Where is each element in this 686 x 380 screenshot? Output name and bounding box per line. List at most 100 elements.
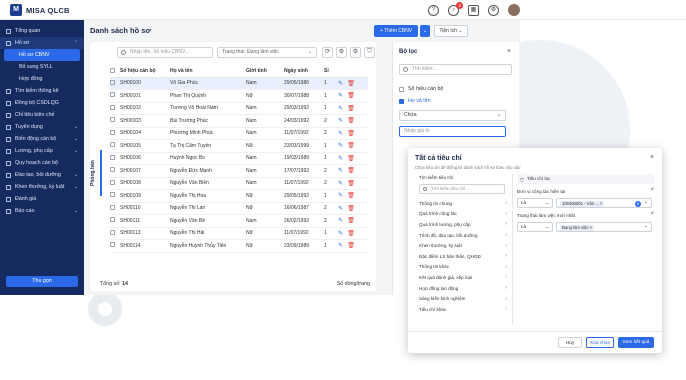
- edit-icon[interactable]: ✎: [338, 181, 343, 187]
- row-checkbox[interactable]: [110, 242, 115, 248]
- avatar[interactable]: [508, 4, 520, 16]
- app-logo[interactable]: M MISA QLCB: [10, 4, 70, 16]
- table-row[interactable]: SH00105 Tạ Thị Cẩm Tuyền Nữ 23/03/1999 1 ✎ 🗑: [110, 139, 368, 153]
- edit-icon[interactable]: ✎: [338, 93, 343, 99]
- bell-icon[interactable]: ♪ 2: [448, 1, 463, 16]
- add-dropdown-button[interactable]: ⌄: [420, 25, 430, 37]
- sidebar-item[interactable]: Tìm kiếm thông kê: [0, 85, 84, 97]
- table-row[interactable]: SH00108 Nguyễn Văn Biên Nam 11/07/1992 2 ✎ 🗑: [110, 177, 368, 190]
- help-icon[interactable]: ?: [428, 4, 439, 16]
- condition-value-select[interactable]: 100400001 - Văn ... × 6 ⌄: [556, 198, 652, 208]
- row-checkbox[interactable]: [110, 117, 115, 123]
- edit-icon[interactable]: ✎: [338, 81, 343, 87]
- edit-icon[interactable]: ✎: [338, 106, 343, 112]
- delete-icon[interactable]: 🗑: [347, 143, 355, 149]
- row-checkbox[interactable]: [110, 192, 115, 198]
- sidebar-item[interactable]: Biến động cán bộ ⌄: [0, 133, 84, 145]
- filter-search-input[interactable]: Tìm kiếm: [399, 64, 512, 75]
- row-checkbox[interactable]: [110, 142, 115, 148]
- delete-icon[interactable]: 🗑: [347, 156, 355, 162]
- col-code[interactable]: Số hiệu cán bộ: [120, 66, 170, 78]
- col-gender[interactable]: Giới tính: [246, 66, 284, 78]
- sidebar-item[interactable]: Báo cáo ⌄: [0, 205, 84, 217]
- status-select[interactable]: Trạng thái: Đang làm việc ⌄: [217, 47, 317, 58]
- delete-icon[interactable]: 🗑: [347, 231, 355, 237]
- edit-icon[interactable]: ✎: [338, 193, 343, 199]
- table-row[interactable]: SH00101 Phan Thị Quỳnh Nữ 30/07/1988 1 ✎ 🗑: [110, 89, 368, 103]
- header-checkbox-cell[interactable]: [110, 66, 120, 78]
- filter-option-code[interactable]: Số hiệu cán bộ: [399, 86, 443, 92]
- refresh-icon[interactable]: ⟳: [322, 47, 333, 58]
- filter-value-input[interactable]: Nhập giá trị: [399, 126, 506, 137]
- delete-icon[interactable]: 🗑: [347, 106, 355, 112]
- sidebar-item[interactable]: Bổ sung SYLL: [0, 61, 84, 73]
- criteria-category-item[interactable]: Thông tin khác ›: [419, 262, 509, 273]
- table-row[interactable]: SH00111 Nguyễn Văn Bê Nam 26/02/1992 2 ✎ 🗑: [110, 214, 368, 228]
- department-tab[interactable]: Phòng ban: [90, 150, 102, 196]
- search-input[interactable]: Nhập tên, Số hiệu CBNV...: [117, 47, 213, 58]
- delete-icon[interactable]: 🗑: [347, 131, 355, 137]
- row-checkbox[interactable]: [110, 204, 115, 210]
- sidebar-item[interactable]: Hồ sơ CBNV: [4, 49, 80, 61]
- col-dob[interactable]: Ngày sinh: [284, 66, 324, 78]
- table-row[interactable]: SH00113 Nguyễn Thị Hải Nữ 11/07/1992 1 ✎ 🗑: [110, 227, 368, 240]
- settings-icon[interactable]: ⚙: [350, 47, 361, 58]
- sidebar-item[interactable]: Tuyển dụng ⌄: [0, 121, 84, 133]
- row-checkbox[interactable]: [110, 167, 115, 173]
- sidebar-item[interactable]: Đồng bộ CSDLQG: [0, 97, 84, 109]
- value-chip[interactable]: Đang làm việc ×: [560, 224, 595, 231]
- criteria-category-item[interactable]: Đặc điểm LS bản thân, QHGĐ ›: [419, 251, 509, 262]
- condition-value-select[interactable]: Đang làm việc × ⌄: [556, 222, 652, 232]
- edit-icon[interactable]: ✎: [338, 231, 343, 237]
- edit-icon[interactable]: ✎: [338, 243, 343, 249]
- condition-select[interactable]: Chứa ⌄: [399, 110, 506, 121]
- edit-icon[interactable]: ✎: [338, 206, 343, 212]
- grid-icon[interactable]: ▦: [468, 4, 479, 16]
- delete-icon[interactable]: 🗑: [347, 93, 355, 99]
- edit-icon[interactable]: ✎: [338, 156, 343, 162]
- page-size-label[interactable]: Số dòng/trang: [337, 281, 370, 287]
- remove-condition-icon[interactable]: ×: [650, 187, 654, 193]
- table-row[interactable]: SH00104 Phương Minh Phúc Nam 11/07/1992 2 ✎ 🗑: [110, 127, 368, 140]
- close-icon[interactable]: ×: [507, 48, 511, 55]
- utilities-button[interactable]: Tiện ích ⌄: [434, 25, 468, 37]
- criteria-category-item[interactable]: Thông tin chung ›: [419, 198, 509, 209]
- table-row[interactable]: SH00100 Võ Gia Phúc Nam 29/05/1986 1 ✎ 🗑: [110, 77, 368, 90]
- row-checkbox[interactable]: [110, 129, 115, 135]
- criteria-category-item[interactable]: Khen thưởng, kỷ luật ›: [419, 240, 509, 251]
- edit-icon[interactable]: ✎: [338, 131, 343, 137]
- table-row[interactable]: SH00109 Nguyễn Thị Hoa Nữ 29/05/1992 1 ✎ 🗑: [110, 189, 368, 203]
- column-settings-icon[interactable]: ⚙: [336, 47, 347, 58]
- table-row[interactable]: SH00107 Nguyễn Đức Mạnh Nam 17/07/1992 2 ✎ 🗑: [110, 164, 368, 178]
- sidebar-item[interactable]: Quy hoạch cán bộ: [0, 157, 84, 169]
- criteria-category-item[interactable]: Hợp đồng lao động ›: [419, 283, 509, 294]
- clear-selection-button[interactable]: Xóa chọn: [586, 337, 614, 348]
- row-checkbox[interactable]: [110, 79, 115, 85]
- row-checkbox[interactable]: [110, 217, 115, 223]
- delete-icon[interactable]: 🗑: [347, 81, 355, 87]
- criteria-category-item[interactable]: Quá trình lương, phụ cấp ›: [419, 219, 509, 230]
- condition-operator-select[interactable]: Là ⌄: [517, 222, 553, 232]
- sidebar-item[interactable]: Khen thưởng, kỷ luật ⌄: [0, 181, 84, 193]
- cancel-button[interactable]: Hủy: [558, 337, 582, 348]
- delete-icon[interactable]: 🗑: [347, 168, 355, 174]
- sidebar-item[interactable]: Đánh giá: [0, 193, 84, 205]
- table-row[interactable]: SH00106 Huỳnh Ngọc Bo Nam 19/03/1989 1 ✎ 🗑: [110, 152, 368, 165]
- criteria-search-input[interactable]: Tìm kiếm tiêu chí: [419, 184, 505, 194]
- col-extra[interactable]: Si: [324, 66, 338, 78]
- table-row[interactable]: SH00114 Nguyễn Huỳnh Thủy Tiên Nữ 23/09/198…: [110, 239, 368, 253]
- view-results-button[interactable]: Xem kết quả: [618, 337, 654, 348]
- delete-icon[interactable]: 🗑: [347, 243, 355, 249]
- delete-icon[interactable]: 🗑: [347, 218, 355, 224]
- sidebar-item[interactable]: Hợp đồng: [0, 73, 84, 85]
- table-row[interactable]: SH00103 Bùi Trường Phúc Nam 24/03/1992 2 ✎ 🗑: [110, 114, 368, 128]
- edit-icon[interactable]: ✎: [338, 218, 343, 224]
- collapse-sidebar-button[interactable]: Thu gọn: [6, 276, 78, 287]
- filter-icon[interactable]: ⛉: [364, 47, 375, 58]
- criteria-category-item[interactable]: Kết quả đánh giá, xếp loại ›: [419, 272, 509, 283]
- delete-icon[interactable]: 🗑: [347, 206, 355, 212]
- delete-icon[interactable]: 🗑: [347, 181, 355, 187]
- row-checkbox[interactable]: [110, 154, 115, 160]
- condition-operator-select[interactable]: Là ⌄: [517, 198, 553, 208]
- sidebar-item[interactable]: Hồ sơ ⌃: [0, 37, 84, 49]
